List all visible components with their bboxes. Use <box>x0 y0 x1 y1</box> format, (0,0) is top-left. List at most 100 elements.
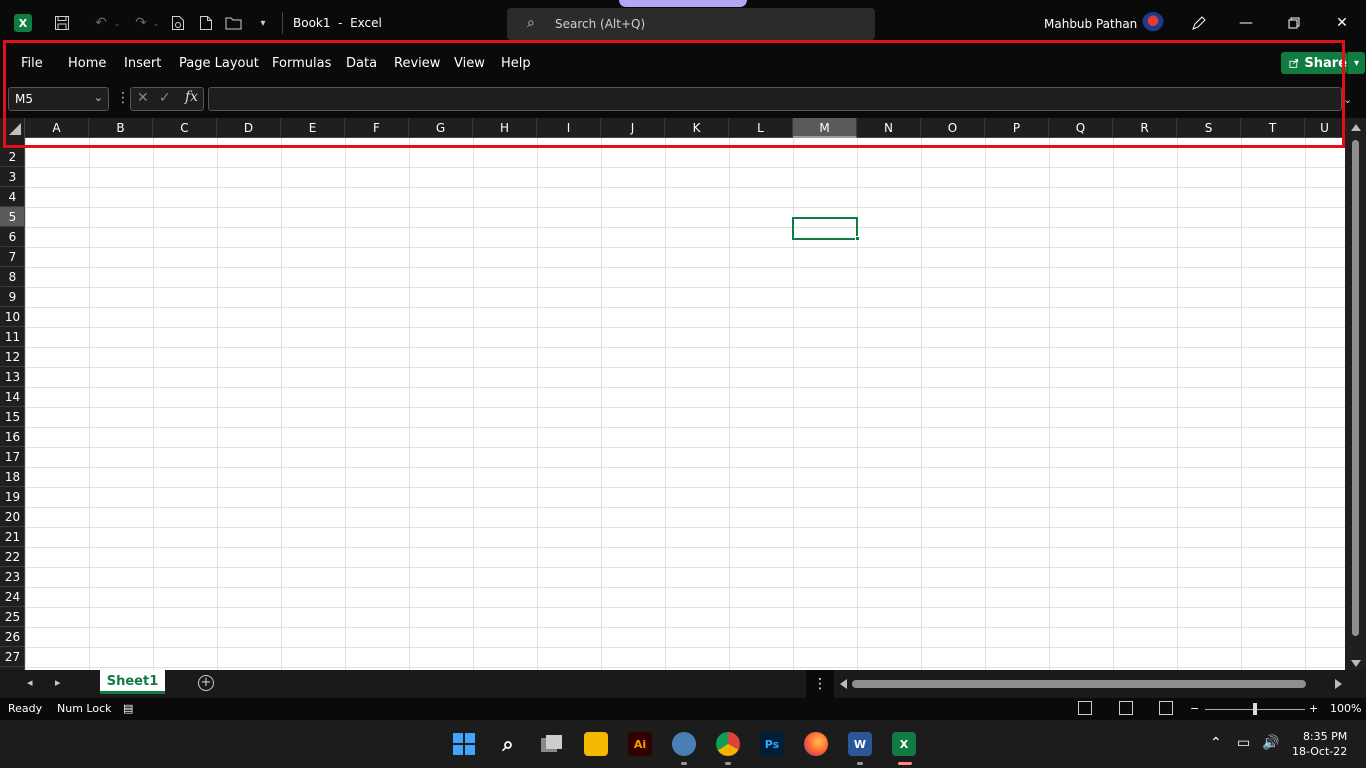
column-header-d[interactable]: D <box>217 118 281 138</box>
vertical-scrollbar[interactable] <box>1345 118 1366 670</box>
row-header-20[interactable]: 20 <box>0 507 24 527</box>
undo-dropdown-icon[interactable]: ⌄ <box>106 12 128 34</box>
column-header-t[interactable]: T <box>1241 118 1305 138</box>
row-header-12[interactable]: 12 <box>0 347 24 367</box>
search-box[interactable]: ⌕ Search (Alt+Q) <box>507 8 875 40</box>
cancel-icon[interactable]: ✕ <box>137 90 149 106</box>
volume-icon[interactable]: 🔊 <box>1262 735 1279 751</box>
new-file-icon[interactable] <box>195 12 217 34</box>
illustrator-icon[interactable]: Ai <box>628 732 652 756</box>
show-hidden-icons-icon[interactable]: ⌃ <box>1210 735 1222 751</box>
formula-input[interactable] <box>208 87 1342 111</box>
page-layout-view-icon[interactable] <box>1119 701 1133 715</box>
column-header-n[interactable]: N <box>857 118 921 138</box>
row-header-6[interactable]: 6 <box>0 227 24 247</box>
row-header-5[interactable]: 5 <box>0 207 24 227</box>
column-header-o[interactable]: O <box>921 118 985 138</box>
tab-help[interactable]: Help <box>501 56 531 71</box>
more-options-icon[interactable]: ⋮ <box>116 90 130 106</box>
tab-view[interactable]: View <box>454 56 485 71</box>
minimize-icon[interactable]: — <box>1237 14 1255 32</box>
word-icon[interactable]: W <box>848 732 872 756</box>
row-header-19[interactable]: 19 <box>0 487 24 507</box>
add-sheet-icon[interactable]: + <box>198 675 214 691</box>
scroll-down-icon[interactable] <box>1351 660 1361 667</box>
active-cell-m5[interactable] <box>792 217 858 240</box>
user-name[interactable]: Mahbub Pathan <box>1044 17 1137 31</box>
tab-page-layout[interactable]: Page Layout <box>179 56 259 71</box>
row-header-8[interactable]: 8 <box>0 267 24 287</box>
row-header-7[interactable]: 7 <box>0 247 24 267</box>
name-box[interactable]: M5 ⌄ <box>8 87 109 111</box>
row-header-10[interactable]: 10 <box>0 307 24 327</box>
chrome-icon[interactable] <box>716 732 740 756</box>
share-dropdown-button[interactable]: ▾ <box>1347 52 1365 74</box>
zoom-in-icon[interactable]: + <box>1309 702 1318 715</box>
search-taskbar-icon[interactable]: ⌕ <box>496 732 520 756</box>
row-header-14[interactable]: 14 <box>0 387 24 407</box>
chevron-down-icon[interactable]: ⌄ <box>94 91 103 104</box>
prev-sheet-icon[interactable]: ◂ <box>27 676 33 689</box>
scroll-right-icon[interactable] <box>1335 679 1342 689</box>
row-header-9[interactable]: 9 <box>0 287 24 307</box>
row-header-24[interactable]: 24 <box>0 587 24 607</box>
zoom-level[interactable]: 100% <box>1330 702 1361 715</box>
enter-icon[interactable]: ✓ <box>159 90 171 106</box>
expand-formula-icon[interactable]: ⌄ <box>1343 93 1352 106</box>
column-header-s[interactable]: S <box>1177 118 1241 138</box>
row-header-18[interactable]: 18 <box>0 467 24 487</box>
horizontal-scroll-thumb[interactable] <box>852 680 1306 688</box>
select-all-button[interactable] <box>0 118 25 138</box>
excel-taskbar-icon[interactable]: X <box>892 732 916 756</box>
column-header-p[interactable]: P <box>985 118 1049 138</box>
row-header-13[interactable]: 13 <box>0 367 24 387</box>
tab-formulas[interactable]: Formulas <box>272 56 331 71</box>
photoshop-icon[interactable]: Ps <box>760 732 784 756</box>
column-header-c[interactable]: C <box>153 118 217 138</box>
cell-grid[interactable] <box>25 138 1345 670</box>
network-icon[interactable]: ▭ <box>1237 735 1250 751</box>
row-header-2[interactable]: 2 <box>0 147 24 167</box>
customize-toolbar-icon[interactable]: ▾ <box>252 12 274 34</box>
page-break-view-icon[interactable] <box>1159 701 1173 715</box>
app-icon[interactable] <box>672 732 696 756</box>
column-header-u[interactable]: U <box>1305 118 1345 138</box>
row-header-26[interactable]: 26 <box>0 627 24 647</box>
task-view-icon[interactable] <box>540 732 564 756</box>
fill-handle[interactable] <box>855 236 860 241</box>
normal-view-icon[interactable] <box>1078 701 1092 715</box>
column-header-h[interactable]: H <box>473 118 537 138</box>
column-header-i[interactable]: I <box>537 118 601 138</box>
row-header-21[interactable]: 21 <box>0 527 24 547</box>
tab-home[interactable]: Home <box>68 56 106 71</box>
open-folder-icon[interactable] <box>223 12 245 34</box>
file-explorer-icon[interactable] <box>584 732 608 756</box>
redo-dropdown-icon[interactable]: ⌄ <box>145 12 167 34</box>
next-sheet-icon[interactable]: ▸ <box>55 676 61 689</box>
user-avatar[interactable] <box>1142 12 1164 34</box>
close-icon[interactable]: ✕ <box>1333 14 1351 32</box>
print-preview-icon[interactable] <box>167 12 189 34</box>
column-header-j[interactable]: J <box>601 118 665 138</box>
column-header-l[interactable]: L <box>729 118 793 138</box>
column-header-e[interactable]: E <box>281 118 345 138</box>
row-header-25[interactable]: 25 <box>0 607 24 627</box>
zoom-slider-thumb[interactable] <box>1253 703 1257 715</box>
scroll-left-icon[interactable] <box>840 679 847 689</box>
row-header-16[interactable]: 16 <box>0 427 24 447</box>
save-icon[interactable] <box>51 12 73 34</box>
row-header-27[interactable]: 27 <box>0 647 24 667</box>
column-header-b[interactable]: B <box>89 118 153 138</box>
tab-data[interactable]: Data <box>346 56 377 71</box>
column-header-m[interactable]: M <box>793 118 857 138</box>
vertical-scroll-thumb[interactable] <box>1352 140 1359 636</box>
column-header-q[interactable]: Q <box>1049 118 1113 138</box>
row-header-22[interactable]: 22 <box>0 547 24 567</box>
windows-start-icon[interactable] <box>452 732 476 756</box>
row-header-17[interactable]: 17 <box>0 447 24 467</box>
insert-function-button[interactable]: fx <box>185 89 198 105</box>
tab-review[interactable]: Review <box>394 56 440 71</box>
tab-insert[interactable]: Insert <box>124 56 161 71</box>
tab-split-handle[interactable]: ⋮ <box>806 670 834 698</box>
tab-file[interactable]: File <box>21 56 43 71</box>
